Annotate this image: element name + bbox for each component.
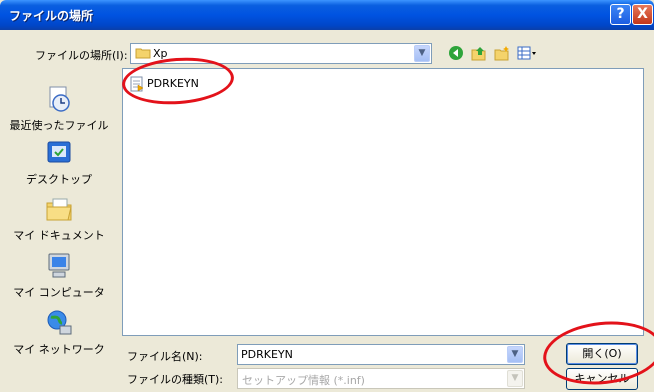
place-label: 最近使ったファイル [9,119,109,132]
place-my-documents[interactable]: マイ ドキュメント [0,194,118,243]
new-folder-icon[interactable] [494,45,510,61]
place-label: マイ ドキュメント [13,229,105,242]
place-my-network[interactable]: マイ ネットワーク [0,308,118,357]
file-list[interactable]: PDRKEYN [122,68,644,336]
filename-combo[interactable]: ▼ [237,344,525,365]
close-button[interactable]: X [632,4,653,25]
place-label: マイ ネットワーク [13,343,105,356]
setup-info-file-icon [130,76,144,92]
chevron-down-icon[interactable]: ▼ [507,346,523,363]
file-name: PDRKEYN [147,77,199,90]
filetype-value: セットアップ情報 (*.inf) [242,374,365,387]
title-bar: ファイルの場所 ? X [0,0,654,30]
place-label: デスクトップ [26,173,92,186]
folder-icon [135,48,151,59]
lookin-label: ファイルの場所(I): [35,49,128,62]
my-computer-icon [48,253,70,278]
cancel-button[interactable]: キャンセル [566,368,638,390]
up-folder-icon[interactable] [471,45,487,61]
recent-documents-icon [49,86,70,112]
place-desktop[interactable]: デスクトップ [0,138,118,187]
my-documents-icon [46,198,72,221]
desktop-icon [47,141,71,163]
place-label: マイ コンピュータ [13,286,105,299]
back-icon[interactable] [448,45,464,61]
view-menu-icon[interactable] [517,45,537,61]
chevron-down-icon[interactable]: ▼ [414,45,430,62]
my-network-icon [47,310,72,335]
place-recent[interactable]: 最近使ったファイル [0,84,118,133]
window-title: ファイルの場所 [9,9,94,23]
filetype-select: セットアップ情報 (*.inf) ▼ [237,368,525,389]
filename-input[interactable] [241,347,501,362]
place-my-computer[interactable]: マイ コンピュータ [0,251,118,300]
lookin-combo[interactable]: Xp ▼ [130,43,432,64]
filename-label: ファイル名(N): [127,350,203,363]
chevron-down-icon: ▼ [507,370,523,387]
help-button[interactable]: ? [610,4,631,25]
lookin-value: Xp [153,47,168,60]
open-button[interactable]: 開く(O) [566,343,638,365]
places-bar: 最近使ったファイル デスクトップ マイ ドキュメント マイ コンピュータ マイ … [0,68,118,368]
filetype-label: ファイルの種類(T): [127,373,224,386]
